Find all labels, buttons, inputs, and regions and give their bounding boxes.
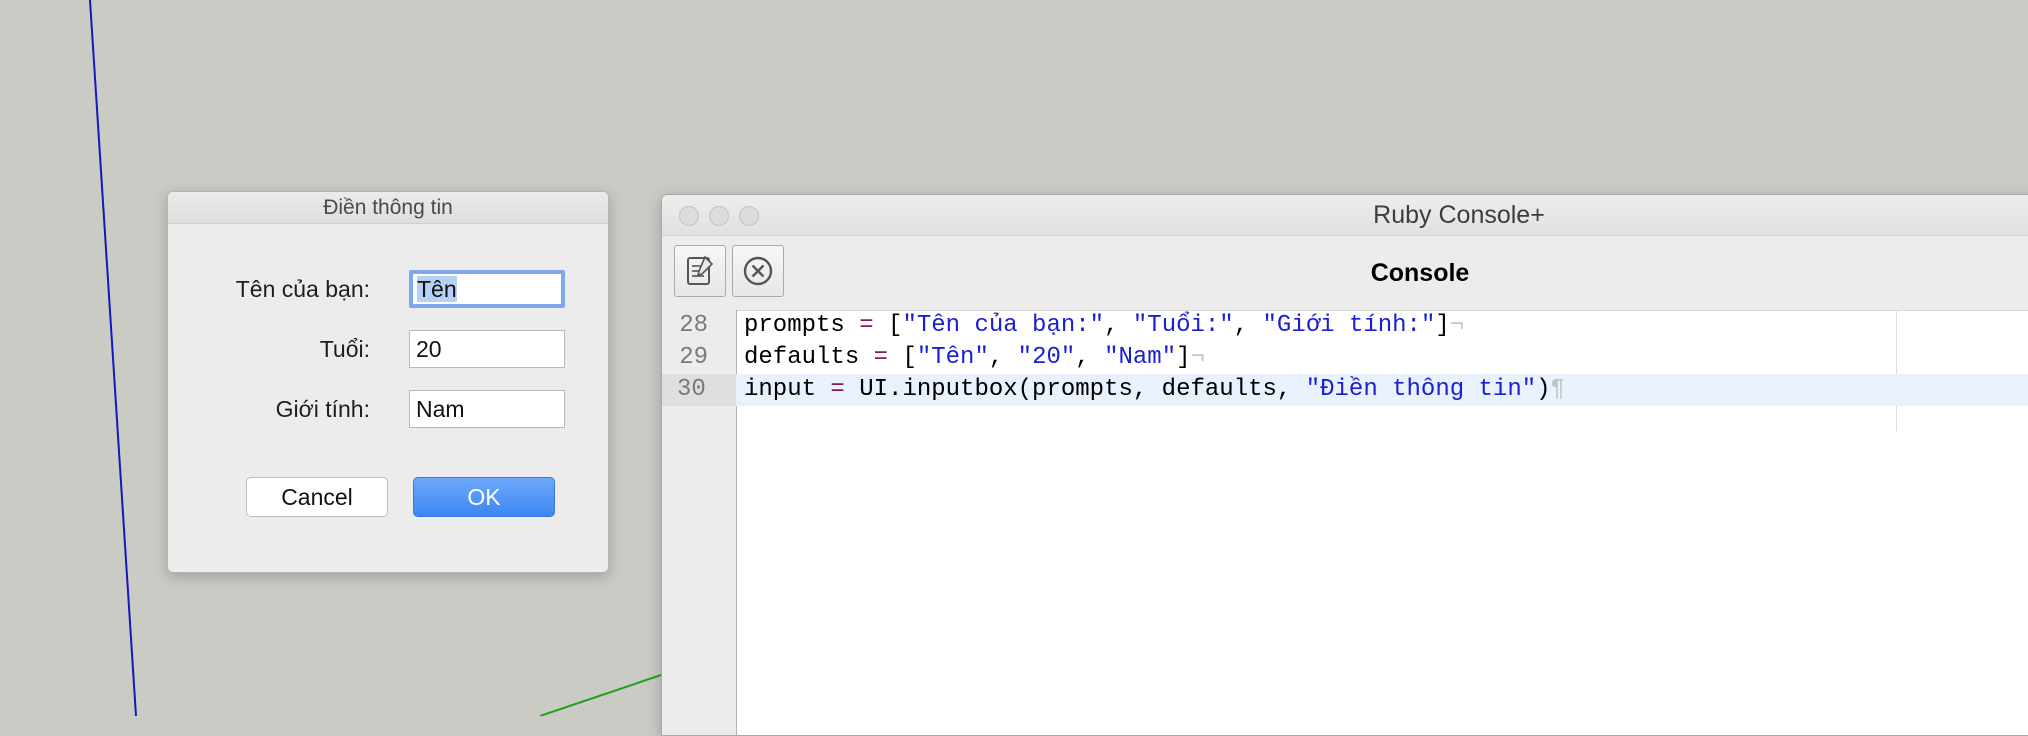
dialog-title: Điền thông tin xyxy=(168,192,608,224)
line-number: 28 xyxy=(679,312,708,339)
blue-axis-line xyxy=(89,0,137,716)
console-toolbar: Console xyxy=(662,236,2028,311)
name-label: Tên của bạn: xyxy=(235,276,370,302)
code-editor[interactable]: 28 prompts = ["Tên của bạn:", "Tuổi:", "… xyxy=(662,310,2028,735)
cancel-button[interactable]: Cancel xyxy=(246,477,388,517)
console-window-title: Ruby Console+ xyxy=(1373,201,1545,229)
field-row-name: Tên của bạn: Tên xyxy=(168,266,608,312)
name-input-value: Tên xyxy=(417,276,457,302)
age-input[interactable]: 20 xyxy=(409,330,565,368)
code-line: 29 defaults = ["Tên", "20", "Nam"]¬ xyxy=(662,342,2028,374)
input-dialog: Điền thông tin Tên của bạn: Tên Tuổi: 20… xyxy=(167,191,609,573)
code-text: prompts = ["Tên của bạn:", "Tuổi:", "Giớ… xyxy=(744,312,1465,339)
code-line: 28 prompts = ["Tên của bạn:", "Tuổi:", "… xyxy=(662,310,2028,342)
console-panel-title: Console xyxy=(1370,259,1470,287)
code-text: defaults = ["Tên", "20", "Nam"]¬ xyxy=(744,344,1205,371)
code-line-current: 30 input = UI.inputbox(prompts, defaults… xyxy=(662,374,2028,406)
green-axis-line xyxy=(539,671,671,716)
code-text: input = UI.inputbox(prompts, defaults, "… xyxy=(744,376,1565,403)
ruby-console-window: Ruby Console+ Console 28 prompts = ["Tên… xyxy=(661,194,2028,736)
line-number: 30 xyxy=(662,374,736,406)
gender-label: Giới tính: xyxy=(275,396,370,422)
console-titlebar: Ruby Console+ xyxy=(662,195,2028,236)
age-label: Tuổi: xyxy=(319,336,370,362)
line-number: 29 xyxy=(679,344,708,371)
ok-button[interactable]: OK xyxy=(413,477,555,517)
field-row-age: Tuổi: 20 xyxy=(168,326,608,372)
field-row-gender: Giới tính: Nam xyxy=(168,386,608,432)
name-input[interactable]: Tên xyxy=(409,270,565,308)
gender-input[interactable]: Nam xyxy=(409,390,565,428)
